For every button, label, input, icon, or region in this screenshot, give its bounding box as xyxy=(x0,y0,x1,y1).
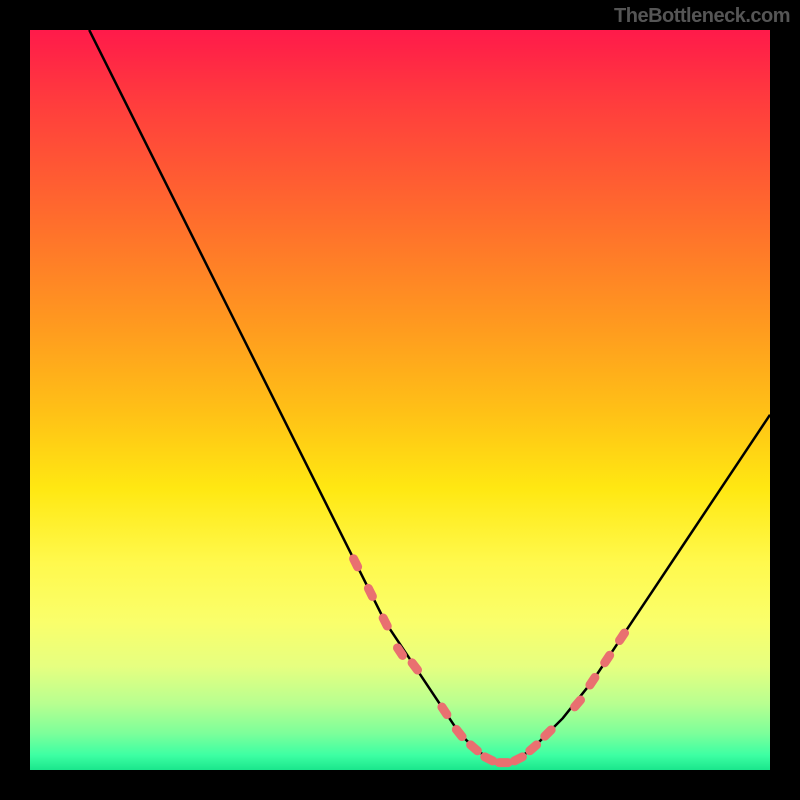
watermark-text: TheBottleneck.com xyxy=(614,5,790,28)
bottleneck-curve xyxy=(89,30,770,763)
marker-point xyxy=(362,582,378,602)
marker-point xyxy=(495,758,513,767)
curve-svg xyxy=(30,30,770,770)
marker-point xyxy=(406,657,424,677)
marker-point xyxy=(348,553,364,573)
marker-point xyxy=(568,694,587,714)
plot-area xyxy=(30,30,770,770)
chart-container: TheBottleneck.com xyxy=(0,0,800,800)
highlight-markers xyxy=(348,553,631,767)
